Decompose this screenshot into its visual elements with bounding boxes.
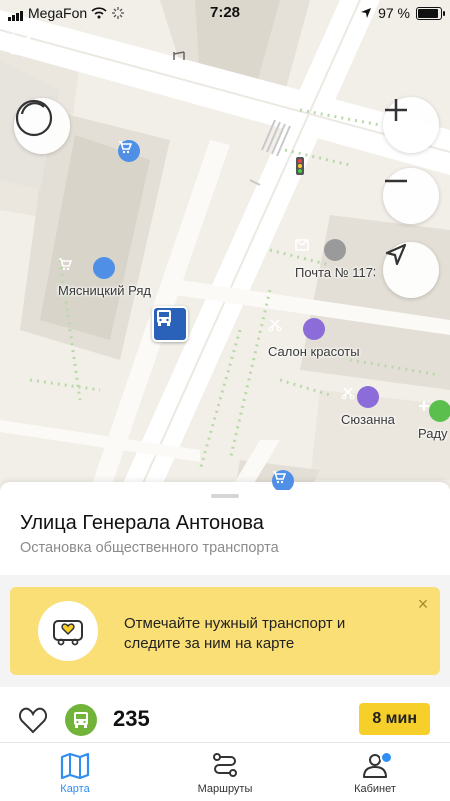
bus-icon [74,712,88,728]
close-button[interactable] [8,30,48,70]
poi-salon-label: Салон красоты [268,344,360,359]
poi-shop-top[interactable] [118,140,140,162]
bus-stop-marker[interactable] [152,306,188,342]
location-arrow-icon [361,8,372,18]
transport-tracking-banner[interactable]: Отмечайте нужный транспорт и следите за … [10,587,440,675]
bus-heart-icon [38,601,98,661]
scissors-icon [268,318,325,340]
poi-pharmacy[interactable]: Раду [418,400,450,441]
compass-button[interactable] [14,98,70,154]
favorite-heart-icon[interactable] [18,706,48,734]
tab-profile[interactable]: Кабинет [300,743,450,801]
locate-icon [385,243,407,266]
bus-stop-icon [157,310,171,326]
poi-shop-bottom[interactable] [272,470,294,490]
tab-map[interactable]: Карта [0,743,150,801]
map-view[interactable]: Мясницкий Ряд Почта № 117342 Салон красо… [0,0,450,490]
status-bar: MegaFon 7:28 97 % [0,0,450,26]
battery-percent: 97 % [378,5,410,21]
plus-icon [419,400,450,422]
stop-subtitle: Остановка общественного транспорта [20,540,279,556]
tab-profile-label: Кабинет [354,783,396,795]
poi-post[interactable]: Почта № 117342 [295,239,375,280]
tab-routes[interactable]: Маршруты [150,743,300,801]
arrival-eta-badge: 8 мин [359,703,430,735]
compass-icon [15,99,53,137]
mail-icon [295,239,346,261]
bus-type-badge [65,704,97,736]
tab-map-label: Карта [60,783,90,795]
zoom-in-icon [385,99,407,121]
route-row[interactable]: 235 8 мин [0,697,450,742]
poi-salon[interactable]: Салон красоты [268,318,360,359]
poi-market-label: Мясницкий Ряд [58,283,151,298]
tab-bar: Карта Маршруты Кабинет [0,742,450,801]
banner-text: Отмечайте нужный транспорт и следите за … [124,615,346,652]
routes-icon [213,753,237,777]
map-icon [60,752,90,779]
tab-routes-label: Маршруты [197,783,253,795]
poi-pharmacy-label: Раду [418,426,448,441]
locate-button[interactable] [383,242,439,298]
banner-close-button[interactable]: × [414,594,432,614]
sheet-drag-handle[interactable] [211,494,239,498]
shopping-cart-icon [118,140,140,162]
poi-market[interactable]: Мясницкий Ряд [58,257,151,298]
battery-icon [416,6,445,20]
route-number: 235 [113,706,150,731]
shopping-cart-icon [59,257,116,279]
poi-suzanna-label: Сюзанна [341,412,395,427]
zoom-out-icon [385,179,407,183]
zoom-out-button[interactable] [383,168,439,224]
stop-title: Улица Генерала Антонова [20,512,264,534]
shopping-cart-icon [272,470,294,490]
poi-post-label: Почта № 117342 [295,265,375,280]
zoom-in-button[interactable] [383,97,439,153]
scissors-icon [341,386,379,408]
poi-suzanna[interactable]: Сюзанна [341,386,395,427]
close-icon [10,32,34,56]
notification-dot [380,751,393,764]
